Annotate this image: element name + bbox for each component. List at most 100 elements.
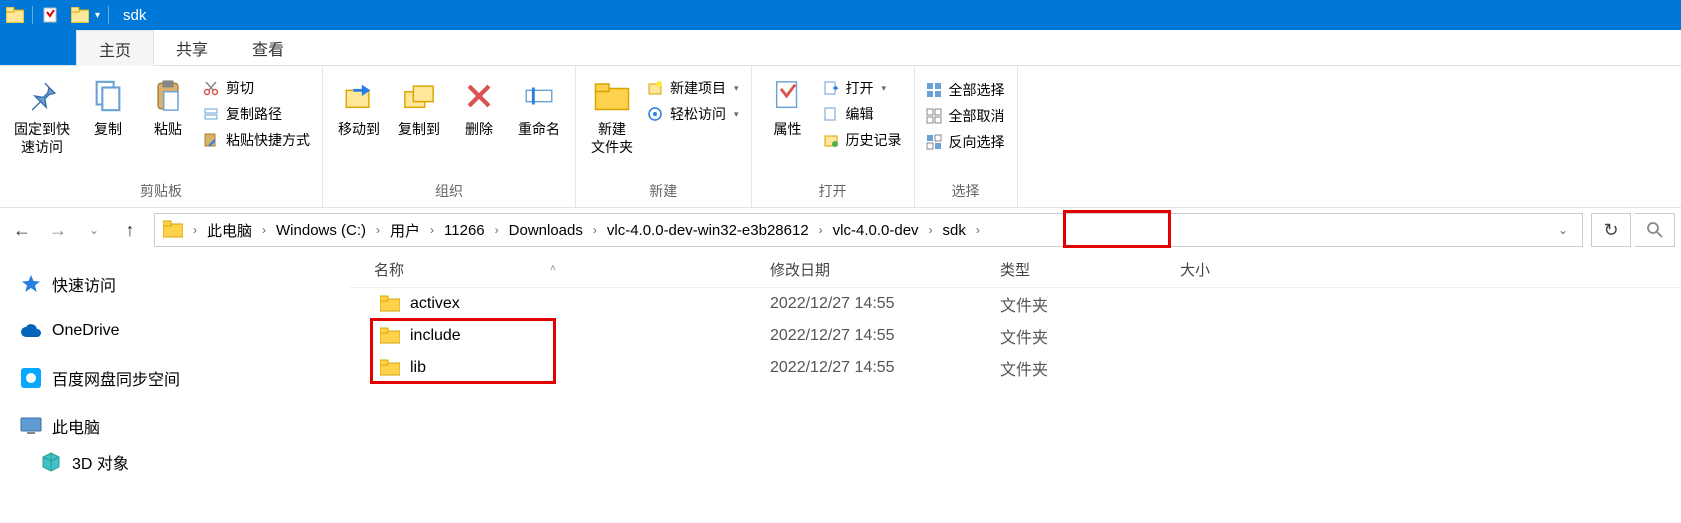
ribbon-tabs: 主页 共享 查看 <box>0 30 1681 66</box>
new-folder-label: 新建 文件夹 <box>591 120 633 156</box>
search-button[interactable] <box>1635 213 1675 247</box>
star-icon <box>20 273 42 295</box>
breadcrumb-item[interactable]: 11266 <box>440 222 489 239</box>
edit-icon <box>822 105 840 123</box>
breadcrumb-item[interactable]: 用户 <box>386 220 424 241</box>
breadcrumb-chevron-icon[interactable]: › <box>187 223 203 237</box>
tab-share[interactable]: 共享 <box>154 30 230 65</box>
paste-icon <box>148 76 188 116</box>
file-date: 2022/12/27 14:55 <box>770 359 1000 377</box>
copy-label: 复制 <box>94 120 122 138</box>
nav-back-button[interactable]: ← <box>6 214 38 246</box>
folder-icon <box>380 295 400 313</box>
breadcrumb-item[interactable]: vlc-4.0.0-dev <box>829 222 923 239</box>
file-date: 2022/12/27 14:55 <box>770 327 1000 345</box>
edit-label: 编辑 <box>846 104 874 124</box>
qat-dropdown-icon[interactable]: ▾ <box>95 10 100 21</box>
breadcrumb-chevron-icon[interactable]: › <box>813 223 829 237</box>
select-none-button[interactable]: 全部取消 <box>925 106 1005 126</box>
select-all-button[interactable]: 全部选择 <box>925 80 1005 100</box>
address-bar[interactable]: › 此电脑 › Windows (C:) › 用户 › 11266 › Down… <box>154 213 1583 247</box>
breadcrumb-chevron-icon[interactable]: › <box>489 223 505 237</box>
breadcrumb-chevron-icon[interactable]: › <box>970 223 986 237</box>
address-dropdown-icon[interactable]: ⌄ <box>1548 223 1578 237</box>
sidebar-item-3d-objects[interactable]: 3D 对象 <box>20 444 350 480</box>
open-icon <box>822 79 840 97</box>
breadcrumb-chevron-icon[interactable]: › <box>587 223 603 237</box>
tab-view[interactable]: 查看 <box>230 30 306 65</box>
column-header-name[interactable]: 名称˄ <box>350 259 770 280</box>
qat-newfolder-icon[interactable] <box>69 4 91 26</box>
cut-icon <box>202 79 220 97</box>
properties-button[interactable]: 属性 <box>758 70 818 140</box>
tab-home[interactable]: 主页 <box>76 30 154 66</box>
sidebar-label: OneDrive <box>52 322 120 340</box>
column-header-size[interactable]: 大小 <box>1180 259 1330 280</box>
cut-button[interactable]: 剪切 <box>202 78 310 98</box>
invert-selection-button[interactable]: 反向选择 <box>925 132 1005 152</box>
copy-button[interactable]: 复制 <box>78 70 138 140</box>
breadcrumb-item[interactable]: sdk <box>939 222 970 239</box>
window-title: sdk <box>111 7 146 24</box>
cut-label: 剪切 <box>226 78 254 98</box>
delete-button[interactable]: 删除 <box>449 70 509 140</box>
navigation-pane: 快速访问 OneDrive 百度网盘同步空间 此电脑 3D 对象 <box>0 252 350 523</box>
refresh-button[interactable]: ↻ <box>1591 213 1631 247</box>
select-none-icon <box>925 107 943 125</box>
sidebar-label: 此电脑 <box>52 414 100 438</box>
pin-icon <box>22 76 62 116</box>
title-bar: ▾ sdk <box>0 0 1681 30</box>
paste-shortcut-button[interactable]: 粘贴快捷方式 <box>202 130 310 150</box>
ribbon-group-select: 全部选择 全部取消 反向选择 选择 <box>915 66 1018 207</box>
column-headers: 名称˄ 修改日期 类型 大小 <box>350 252 1681 288</box>
nav-up-button[interactable]: ↑ <box>114 214 146 246</box>
nav-forward-button[interactable]: → <box>42 214 74 246</box>
breadcrumb-chevron-icon[interactable]: › <box>424 223 440 237</box>
paste-button[interactable]: 粘贴 <box>138 70 198 140</box>
breadcrumb-chevron-icon[interactable]: › <box>370 223 386 237</box>
move-to-icon <box>339 76 379 116</box>
ribbon: 固定到快 速访问 复制 粘贴 剪切 复制路径 <box>0 66 1681 208</box>
easy-access-button[interactable]: 轻松访问 ▾ <box>646 104 739 124</box>
ribbon-group-clipboard: 固定到快 速访问 复制 粘贴 剪切 复制路径 <box>0 66 323 207</box>
breadcrumb-chevron-icon[interactable]: › <box>923 223 939 237</box>
separator <box>108 6 109 24</box>
breadcrumb-item[interactable]: Windows (C:) <box>272 222 370 239</box>
move-to-button[interactable]: 移动到 <box>329 70 389 140</box>
history-button[interactable]: 历史记录 <box>822 130 902 150</box>
file-tab[interactable] <box>0 30 76 65</box>
qat-properties-icon[interactable] <box>39 4 61 26</box>
copy-to-button[interactable]: 复制到 <box>389 70 449 140</box>
sidebar-item-this-pc[interactable]: 此电脑 <box>20 408 350 444</box>
file-type: 文件夹 <box>1000 324 1180 348</box>
breadcrumb-item[interactable]: Downloads <box>505 222 587 239</box>
nav-bar: ← → ⌄ ↑ › 此电脑 › Windows (C:) › 用户 › 1126… <box>0 208 1681 252</box>
open-button[interactable]: 打开 ▾ <box>822 78 902 98</box>
sidebar-item-quick-access[interactable]: 快速访问 <box>20 266 350 302</box>
breadcrumb-item[interactable]: vlc-4.0.0-dev-win32-e3b28612 <box>603 222 813 239</box>
breadcrumb-chevron-icon[interactable]: › <box>256 223 272 237</box>
rename-button[interactable]: 重命名 <box>509 70 569 140</box>
new-folder-button[interactable]: 新建 文件夹 <box>582 70 642 158</box>
group-select-label: 选择 <box>921 179 1011 205</box>
breadcrumb-item[interactable]: 此电脑 <box>203 220 256 241</box>
sidebar-item-baidu[interactable]: 百度网盘同步空间 <box>20 360 350 396</box>
file-type: 文件夹 <box>1000 356 1180 380</box>
sidebar-label: 快速访问 <box>52 272 116 296</box>
copy-path-button[interactable]: 复制路径 <box>202 104 310 124</box>
copy-path-label: 复制路径 <box>226 104 282 124</box>
sidebar-item-onedrive[interactable]: OneDrive <box>20 314 350 348</box>
properties-label: 属性 <box>774 120 802 138</box>
select-all-label: 全部选择 <box>949 80 1005 100</box>
invert-label: 反向选择 <box>949 132 1005 152</box>
column-header-type[interactable]: 类型 <box>1000 259 1180 280</box>
edit-button[interactable]: 编辑 <box>822 104 902 124</box>
column-header-date[interactable]: 修改日期 <box>770 259 1000 280</box>
file-row[interactable]: activex 2022/12/27 14:55 文件夹 <box>350 288 1681 320</box>
nav-recent-dropdown[interactable]: ⌄ <box>78 214 110 246</box>
sidebar-label: 百度网盘同步空间 <box>52 366 180 390</box>
pin-button[interactable]: 固定到快 速访问 <box>6 70 78 158</box>
ribbon-group-open: 属性 打开 ▾ 编辑 历史记录 打开 <box>752 66 915 207</box>
chevron-down-icon: ▾ <box>734 83 739 94</box>
new-item-button[interactable]: 新建项目 ▾ <box>646 78 739 98</box>
